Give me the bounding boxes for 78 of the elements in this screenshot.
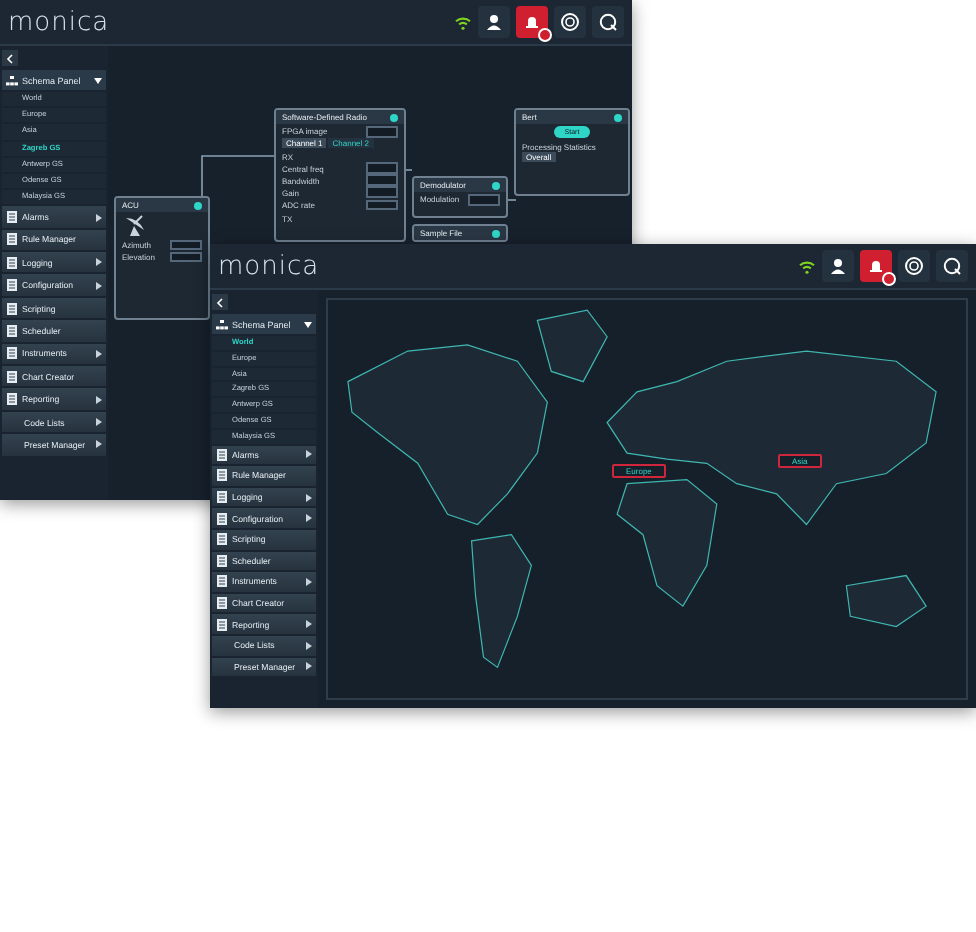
connector-line [201,155,275,197]
document-icon [216,532,228,547]
search-icon [598,12,618,32]
chevron-right-icon [96,349,102,358]
target-button[interactable] [554,6,586,38]
user-icon [830,257,846,275]
target-button[interactable] [898,250,930,282]
chevron-right-icon [306,620,312,629]
target-icon [560,12,580,32]
document-icon [216,617,228,632]
user-button[interactable] [822,250,854,282]
document-icon [6,278,18,293]
document-icon [6,369,18,384]
status-dot [492,229,500,237]
chevron-left-icon [216,297,224,307]
wifi-icon[interactable] [798,259,816,273]
bell-icon [524,14,540,30]
alarm-button[interactable] [516,6,548,38]
chevron-right-icon [306,493,312,502]
logo: monica [218,251,320,281]
document-icon [216,553,228,568]
collapse-button[interactable] [212,294,228,310]
status-dot [390,113,398,121]
user-icon [486,13,502,31]
document-icon [216,490,228,505]
document-icon [6,346,18,361]
notification-badge [538,28,552,42]
document-icon [216,468,228,483]
wifi-icon[interactable] [454,15,472,29]
chevron-right-icon [96,418,102,427]
search-button[interactable] [592,6,624,38]
document-icon [6,392,18,407]
chevron-right-icon [306,450,312,459]
collapse-button[interactable] [2,50,18,66]
document-icon [6,255,18,270]
document-icon [216,596,228,611]
document-icon [6,232,18,247]
bell-icon [868,258,884,274]
connector-line [405,169,413,171]
caret-icon [94,77,102,83]
document-icon [216,447,228,462]
input-field[interactable] [366,174,398,186]
document-icon [216,574,228,589]
status-dot [492,181,500,189]
chevron-right-icon [96,213,102,221]
notification-badge [882,272,896,286]
satellite-dish-icon [122,214,150,238]
alarm-button[interactable] [860,250,892,282]
user-button[interactable] [478,6,510,38]
chevron-right-icon [306,662,312,671]
input-field[interactable] [366,199,398,211]
document-icon [6,323,18,338]
chevron-right-icon [96,440,102,449]
chevron-left-icon [6,53,14,63]
input-field[interactable] [366,186,398,198]
target-icon [904,256,924,276]
hierarchy-icon [6,75,18,85]
caret-icon [304,321,312,327]
input-field[interactable] [366,162,398,174]
chevron-right-icon [96,281,102,290]
input-field[interactable] [468,194,500,205]
hierarchy-icon [216,319,228,329]
chevron-right-icon [306,514,312,523]
chevron-right-icon [306,641,312,650]
input-field[interactable] [366,126,398,137]
status-dot [194,201,202,209]
chevron-right-icon [96,258,102,267]
document-icon [6,210,18,224]
logo: monica [8,7,110,37]
chevron-right-icon [306,577,312,586]
search-button[interactable] [936,250,968,282]
search-icon [942,256,962,276]
document-icon [216,511,228,526]
chevron-right-icon [96,395,102,404]
input-field[interactable] [170,251,202,263]
status-dot [614,113,622,121]
input-field[interactable] [170,239,202,251]
document-icon [6,301,18,316]
